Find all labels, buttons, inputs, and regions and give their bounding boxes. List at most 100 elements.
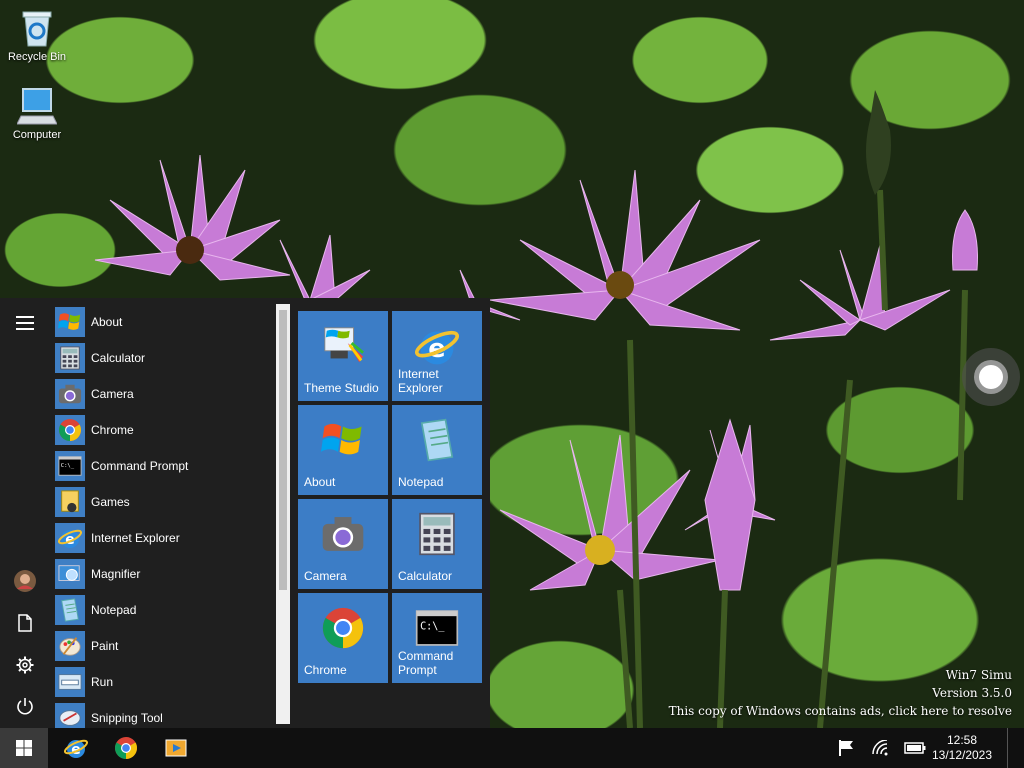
- tile-calculator[interactable]: Calculator: [392, 499, 482, 589]
- assistive-touch-ring: [974, 360, 1008, 394]
- taskbar-clock[interactable]: 12:58 13/12/2023: [930, 733, 994, 763]
- desktop-icon-label: Computer: [12, 129, 62, 141]
- app-item-label: Chrome: [91, 423, 134, 437]
- windows-flag-icon: [320, 417, 366, 463]
- app-item-label: Snipping Tool: [91, 711, 163, 725]
- taskbar-media-player[interactable]: [152, 728, 200, 768]
- app-item-magnifier[interactable]: Magnifier: [50, 556, 272, 592]
- tile-internet-explorer[interactable]: e Internet Explorer: [392, 311, 482, 401]
- notepad-icon: [414, 417, 460, 463]
- hamburger-menu-button[interactable]: [8, 306, 42, 340]
- app-item-games[interactable]: Games: [50, 484, 272, 520]
- desktop-icon-label: Recycle Bin: [7, 51, 67, 63]
- tile-chrome[interactable]: Chrome: [298, 593, 388, 683]
- user-avatar-icon: [14, 570, 36, 592]
- show-desktop-button[interactable]: [1007, 728, 1008, 768]
- command-prompt-icon: C:\_: [414, 605, 460, 651]
- media-player-icon: [165, 739, 187, 757]
- power-button[interactable]: [8, 689, 42, 723]
- document-icon: [18, 614, 32, 632]
- tray-battery[interactable]: [902, 728, 928, 768]
- start-app-list[interactable]: About Calculator Camera Chrome C:\_ Command P…: [50, 304, 272, 728]
- internet-explorer-icon: e: [414, 323, 460, 369]
- computer-icon: [16, 86, 58, 126]
- calculator-icon: [414, 511, 460, 557]
- taskbar-internet-explorer[interactable]: e: [52, 728, 100, 768]
- documents-button[interactable]: [8, 606, 42, 640]
- magnifier-icon: [55, 559, 85, 589]
- app-item-label: Internet Explorer: [91, 531, 180, 545]
- assistive-touch-button[interactable]: [962, 348, 1020, 406]
- chrome-icon: [115, 737, 137, 759]
- tile-label: Notepad: [398, 475, 444, 489]
- app-item-notepad[interactable]: Notepad: [50, 592, 272, 628]
- tile-label: Command Prompt: [398, 649, 454, 677]
- notepad-icon: [55, 595, 85, 625]
- app-list-scrollbar[interactable]: [276, 304, 290, 724]
- tile-camera[interactable]: Camera: [298, 499, 388, 589]
- theme-studio-icon: [320, 323, 366, 369]
- tile-label: Calculator: [398, 569, 453, 583]
- hamburger-menu-icon: [16, 316, 34, 330]
- battery-icon: [904, 742, 926, 754]
- app-item-label: Magnifier: [91, 567, 141, 581]
- app-item-label: Camera: [91, 387, 134, 401]
- taskbar: e 12:58 13/12/2023: [0, 728, 1024, 768]
- scrollbar-thumb[interactable]: [279, 310, 287, 590]
- power-icon: [17, 698, 33, 715]
- recycle-bin-icon: [17, 8, 57, 48]
- watermark-title: Win7 Simu: [945, 668, 1012, 682]
- chrome-icon: [320, 605, 366, 651]
- desktop-icon-recycle-bin[interactable]: Recycle Bin: [1, 8, 73, 63]
- user-account-button[interactable]: [8, 564, 42, 598]
- tile-command-prompt[interactable]: C:\_ Command Prompt: [392, 593, 482, 683]
- svg-text:C:\_: C:\_: [61, 463, 75, 469]
- start-button[interactable]: [0, 728, 48, 768]
- app-item-label: Command Prompt: [91, 459, 189, 473]
- app-item-label: Notepad: [91, 603, 137, 617]
- taskbar-chrome[interactable]: [102, 728, 150, 768]
- app-item-camera[interactable]: Camera: [50, 376, 272, 412]
- calculator-icon: [55, 343, 85, 373]
- tray-flag[interactable]: [834, 728, 858, 768]
- activation-watermark[interactable]: Win7 Simu Version 3.5.0 This copy of Win…: [669, 666, 1012, 720]
- tile-notepad[interactable]: Notepad: [392, 405, 482, 495]
- app-item-snipping-tool[interactable]: Snipping Tool: [50, 700, 272, 728]
- app-item-about[interactable]: About: [50, 304, 272, 340]
- tile-label: Chrome: [304, 663, 347, 677]
- svg-text:C:\_: C:\_: [420, 622, 445, 633]
- tile-label: Camera: [304, 569, 347, 583]
- wifi-icon: [872, 740, 888, 756]
- start-menu-rail: [0, 298, 50, 728]
- command-prompt-icon: C:\_: [55, 451, 85, 481]
- internet-explorer-icon: e: [55, 523, 85, 553]
- tile-label: About: [304, 475, 336, 489]
- tile-label: Theme Studio: [304, 381, 379, 395]
- watermark-notice: This copy of Windows contains ads, click…: [668, 704, 1012, 718]
- app-item-calculator[interactable]: Calculator: [50, 340, 272, 376]
- settings-button[interactable]: [8, 648, 42, 682]
- app-item-paint[interactable]: Paint: [50, 628, 272, 664]
- tile-label: Internet Explorer: [398, 367, 443, 395]
- tile-theme-studio[interactable]: Theme Studio: [298, 311, 388, 401]
- app-item-label: Games: [91, 495, 130, 509]
- chrome-icon: [55, 415, 85, 445]
- app-item-label: About: [91, 315, 123, 329]
- camera-icon: [320, 511, 366, 557]
- internet-explorer-icon: e: [64, 739, 88, 758]
- clock-date: 13/12/2023: [931, 748, 993, 762]
- app-item-internet-explorer[interactable]: e Internet Explorer: [50, 520, 272, 556]
- gear-icon: [16, 656, 34, 674]
- app-item-label: Run: [91, 675, 114, 689]
- app-item-command-prompt[interactable]: C:\_ Command Prompt: [50, 448, 272, 484]
- games-icon: [55, 487, 85, 517]
- desktop-icon-computer[interactable]: Computer: [1, 86, 73, 141]
- tray-wifi[interactable]: [868, 728, 892, 768]
- flag-icon: [839, 740, 853, 756]
- windows-logo-icon: [16, 740, 32, 756]
- app-item-chrome[interactable]: Chrome: [50, 412, 272, 448]
- tile-about[interactable]: About: [298, 405, 388, 495]
- paint-icon: [55, 631, 85, 661]
- app-item-label: Calculator: [91, 351, 146, 365]
- app-item-run[interactable]: Run: [50, 664, 272, 700]
